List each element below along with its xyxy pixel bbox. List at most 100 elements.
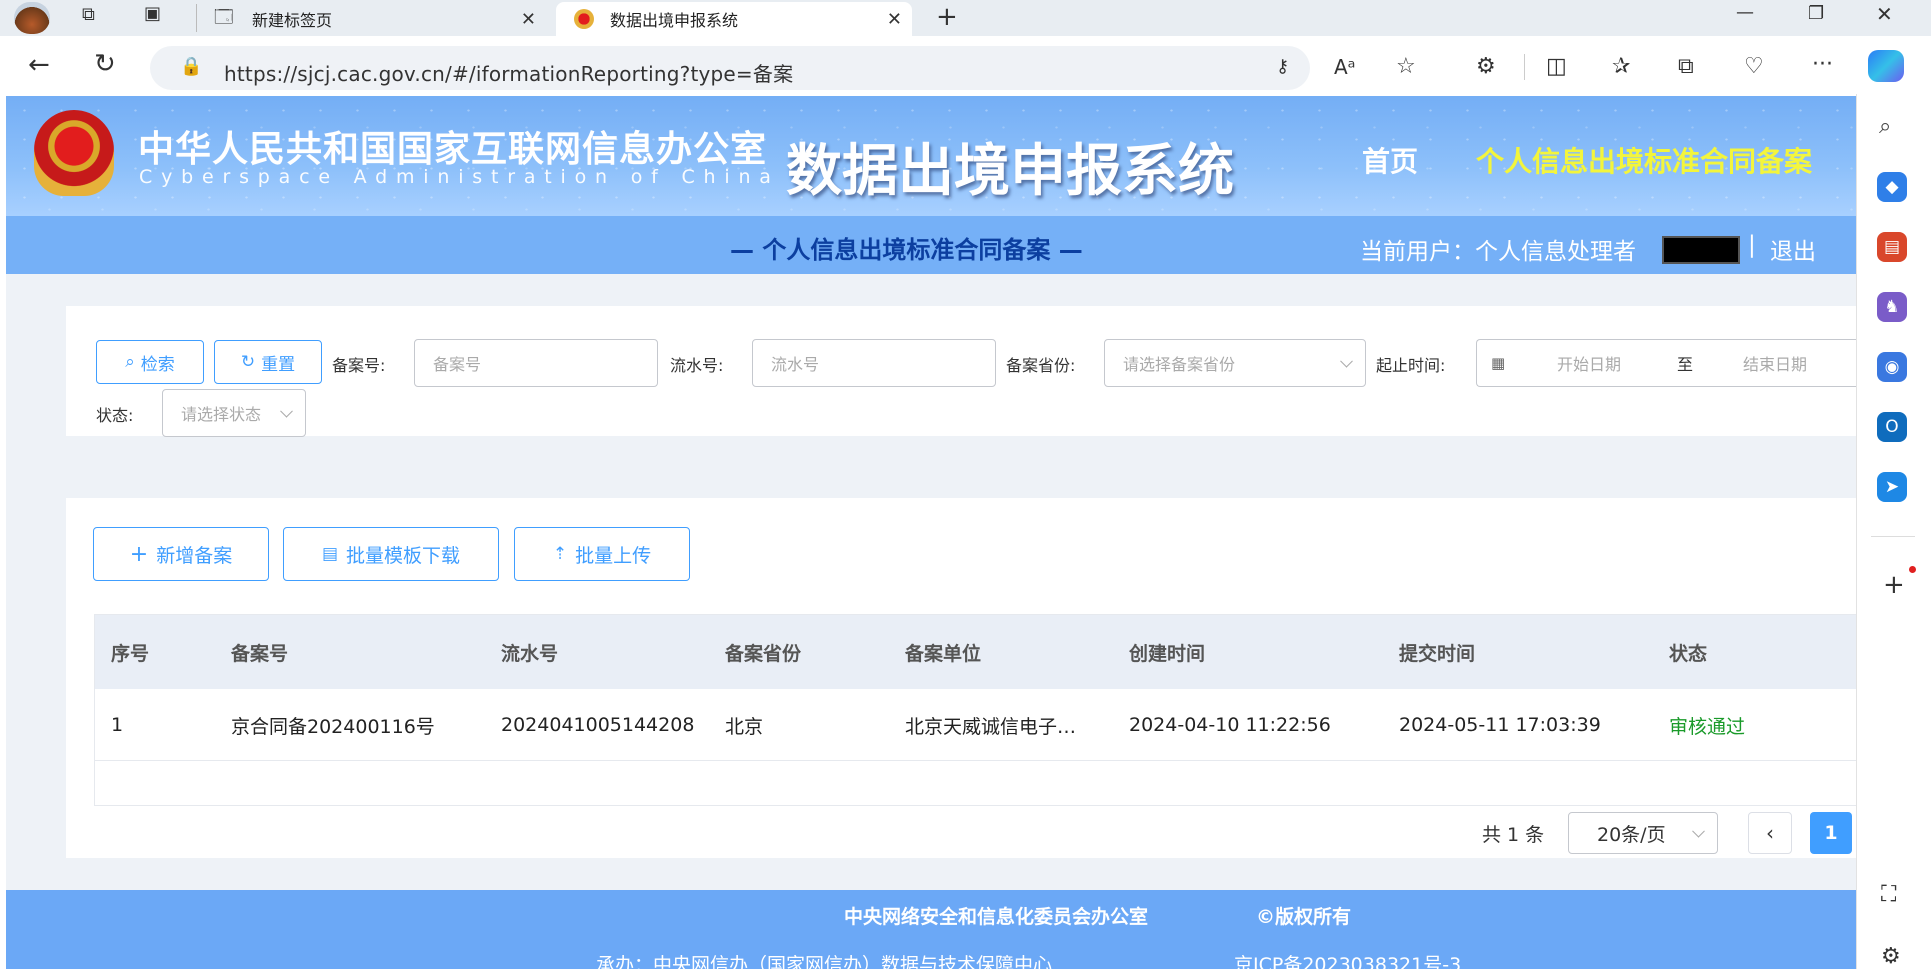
section-sub-title: — 个人信息出境标准合同备案 —: [730, 236, 1083, 264]
outlook-icon[interactable]: O: [1877, 412, 1907, 442]
read-aloud-icon[interactable]: Aᵃ: [1334, 57, 1356, 77]
cell-record-no: 京合同备202400116号: [231, 715, 435, 738]
search-icon: ⌕: [125, 352, 135, 372]
record-no-label: 备案号:: [332, 356, 386, 375]
column-header: 备案省份: [725, 642, 802, 665]
org-name-cn: 中华人民共和国国家互联网信息办公室: [138, 129, 768, 170]
copilot-icon[interactable]: [1868, 50, 1904, 82]
browser-essentials-icon[interactable]: ♡: [1744, 56, 1764, 78]
reset-button-label: 重置: [261, 354, 296, 375]
new-tab-icon[interactable]: +: [936, 4, 958, 30]
chevron-down-icon: [1340, 354, 1353, 368]
settings-icon[interactable]: ⚙: [1881, 946, 1901, 968]
tab-new-tab[interactable]: 🗔 新建标签页 ✕: [204, 2, 546, 36]
document-icon: ▤: [321, 544, 339, 564]
microsoft-365-icon[interactable]: ◉: [1877, 352, 1907, 382]
nav-contract-filing[interactable]: 个人信息出境标准合同备案: [1476, 140, 1812, 180]
column-header: 流水号: [501, 642, 559, 665]
games-icon[interactable]: ♞: [1877, 292, 1907, 322]
send-icon[interactable]: ➤: [1877, 472, 1907, 502]
tab-title: 新建标签页: [252, 11, 333, 30]
data-table: 序号 备案号 流水号 备案省份 备案单位 创建时间 提交时间 状态 1 京合同备…: [94, 614, 1856, 806]
column-header: 状态: [1669, 642, 1708, 665]
collections-icon[interactable]: ⧉: [1678, 56, 1694, 78]
search-button[interactable]: ⌕ 检索: [96, 340, 204, 384]
status-label: 状态:: [96, 406, 134, 425]
serial-no-label: 流水号:: [670, 356, 724, 375]
cell-serial-no: 2024041005144208: [501, 714, 695, 736]
footer-copyright: ©版权所有: [1256, 906, 1352, 928]
favorites-icon[interactable]: ✰: [1612, 56, 1630, 78]
footer-icp[interactable]: 京ICP备2023038321号-3: [1234, 950, 1461, 969]
org-name-en: Cyberspace Administration of China: [139, 166, 780, 188]
screenshot-icon[interactable]: ⛶: [1881, 884, 1896, 906]
shopping-icon[interactable]: ◆: [1877, 172, 1907, 202]
batch-upload-button[interactable]: ⇡ 批量上传: [514, 527, 690, 581]
lock-icon[interactable]: 🔒: [180, 58, 202, 76]
status-badge[interactable]: 审核通过: [1669, 689, 1745, 761]
add-sidebar-app-icon[interactable]: +: [1883, 572, 1905, 598]
site-footer: 中央网络安全和信息化委员会办公室 ©版权所有 承办：中央网信办（国家网信办）数据…: [6, 890, 1856, 969]
column-header: 提交时间: [1399, 642, 1476, 665]
restore-icon[interactable]: ❐: [1808, 5, 1824, 23]
record-no-input[interactable]: 备案号: [414, 339, 658, 387]
minimize-icon[interactable]: —: [1736, 4, 1754, 22]
serial-no-placeholder: 流水号: [771, 355, 820, 374]
add-filing-button[interactable]: + 新增备案: [93, 527, 269, 581]
plus-icon: +: [129, 541, 149, 567]
system-title: 数据出境申报系统: [786, 139, 1234, 204]
nav-home[interactable]: 首页: [1362, 140, 1418, 180]
footer-org: 中央网络安全和信息化委员会办公室: [844, 906, 1149, 928]
redacted-username: [1662, 236, 1740, 264]
vertical-tabs-icon[interactable]: ▣: [144, 5, 161, 23]
cell-created: 2024-04-10 11:22:56: [1129, 714, 1331, 736]
url-text[interactable]: https://sjcj.cac.gov.cn/#/iformationRepo…: [224, 58, 793, 87]
upload-icon: ⇡: [552, 544, 568, 564]
status-placeholder: 请选择状态: [181, 405, 262, 424]
date-range-picker[interactable]: ▦ 开始日期 至 结束日期: [1476, 339, 1856, 387]
close-icon[interactable]: ✕: [521, 9, 536, 30]
page-size-select[interactable]: 20条/页: [1568, 812, 1718, 854]
refresh-icon[interactable]: ↻: [94, 51, 116, 77]
template-download-button[interactable]: ▤ 批量模板下载: [283, 527, 499, 581]
logout-link[interactable]: 退出: [1770, 232, 1816, 266]
province-select[interactable]: 请选择备案省份: [1104, 339, 1366, 387]
browser-tab-bar: ⧉ ▣ 🗔 新建标签页 ✕ 数据出境申报系统 ✕ + — ❐ ✕: [0, 0, 1931, 36]
column-header: 创建时间: [1129, 642, 1206, 665]
cell-province: 北京: [725, 715, 764, 738]
header-separator: |: [1748, 232, 1756, 258]
split-screen-icon[interactable]: ◫: [1546, 56, 1567, 78]
column-header: 备案号: [231, 642, 289, 665]
tools-icon[interactable]: ▤: [1877, 232, 1907, 262]
close-icon[interactable]: ✕: [887, 9, 902, 30]
chevron-left-icon: ‹: [1766, 821, 1774, 845]
search-icon[interactable]: ⌕: [1879, 116, 1891, 138]
start-date-placeholder: 开始日期: [1557, 355, 1622, 374]
end-date-placeholder: 结束日期: [1743, 355, 1808, 374]
reset-button[interactable]: ↻ 重置: [214, 340, 322, 384]
prev-page-button[interactable]: ‹: [1748, 812, 1792, 854]
profile-avatar[interactable]: [14, 2, 50, 34]
add-filing-label: 新增备案: [156, 544, 233, 567]
chevron-down-icon: [280, 404, 293, 418]
back-icon[interactable]: ←: [28, 52, 50, 78]
sidebar-divider: [1871, 536, 1915, 537]
pagination-total: 共 1 条: [1482, 824, 1545, 846]
tab-data-reporting[interactable]: 数据出境申报系统 ✕: [556, 2, 912, 36]
date-range-separator: 至: [1677, 355, 1694, 374]
template-download-label: 批量模板下载: [346, 544, 461, 567]
table-row[interactable]: 1 京合同备202400116号 2024041005144208 北京 北京天…: [95, 689, 1856, 761]
province-label: 备案省份:: [1006, 356, 1076, 375]
extensions-icon[interactable]: ⚙: [1476, 56, 1496, 78]
search-button-label: 检索: [140, 354, 175, 375]
more-icon[interactable]: ···: [1812, 54, 1833, 76]
status-select[interactable]: 请选择状态: [162, 389, 306, 437]
favorite-star-icon[interactable]: ☆: [1396, 56, 1416, 78]
toolbar-divider: [1524, 54, 1525, 80]
workspaces-icon[interactable]: ⧉: [82, 6, 95, 24]
cell-submitted: 2024-05-11 17:03:39: [1399, 714, 1601, 736]
key-icon[interactable]: ⚷: [1276, 58, 1289, 76]
window-close-icon[interactable]: ✕: [1876, 4, 1893, 24]
serial-no-input[interactable]: 流水号: [752, 339, 996, 387]
page-number-current[interactable]: 1: [1810, 812, 1852, 854]
